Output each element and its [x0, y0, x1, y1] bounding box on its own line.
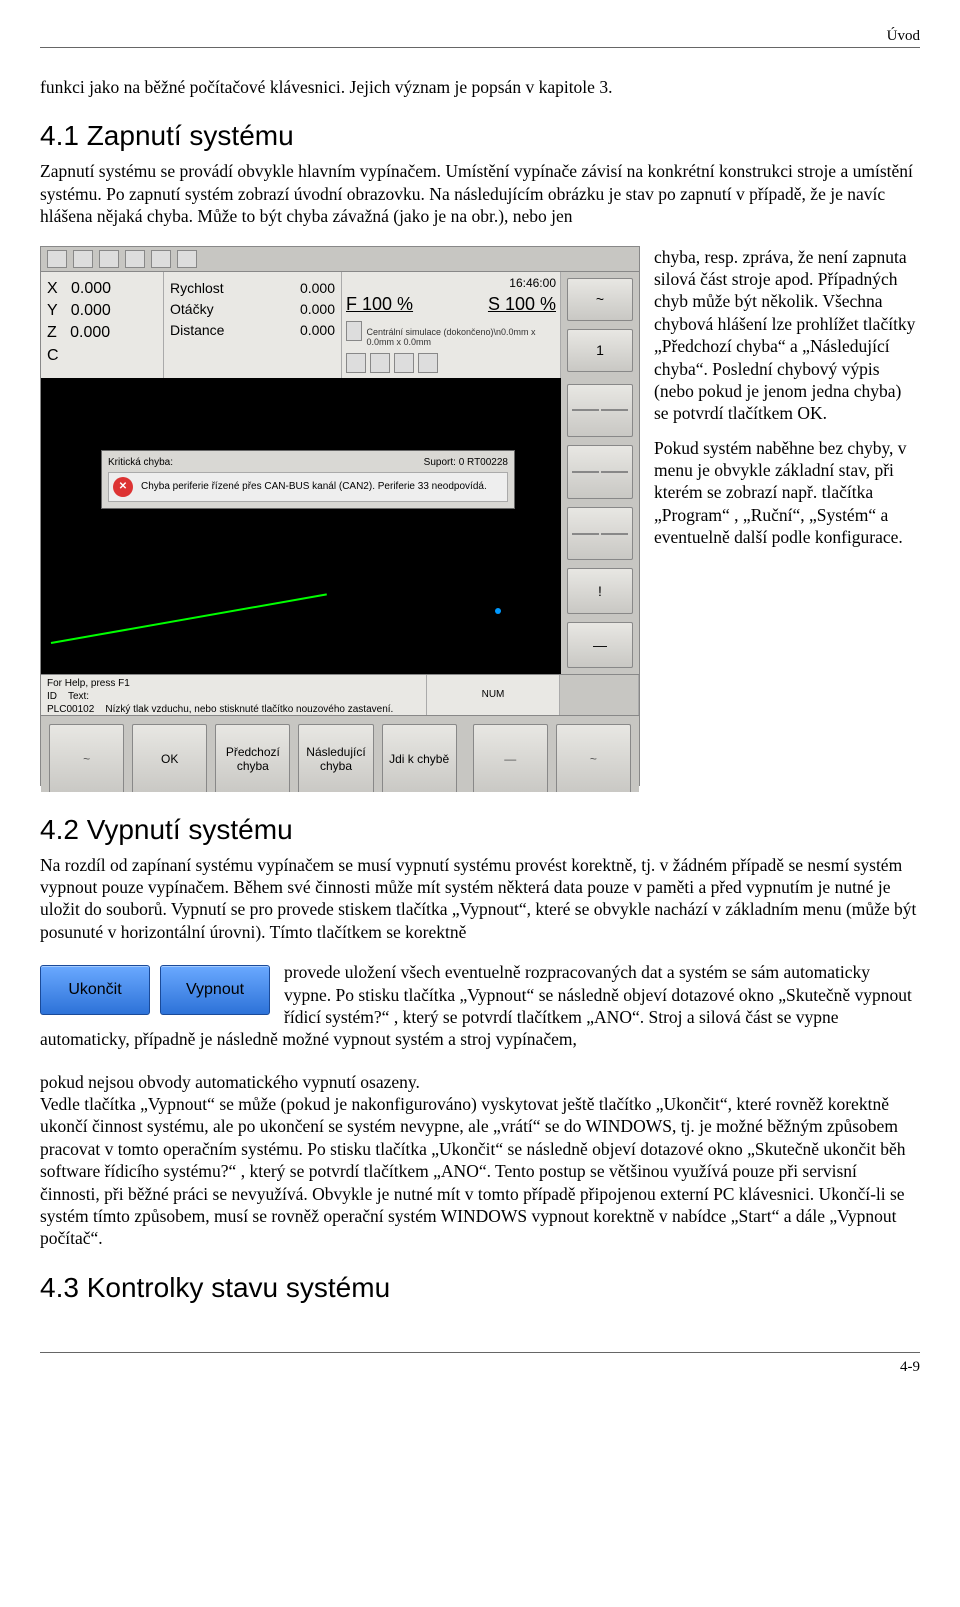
- toolbar-icon: [73, 250, 93, 268]
- prev-error-button[interactable]: Předchozí chyba: [215, 724, 290, 792]
- error-icon: ✕: [113, 477, 133, 497]
- heading-4-3: 4.3 Kontrolky stavu systému: [40, 1272, 920, 1304]
- coord-x: 0.000: [71, 280, 111, 297]
- sec42-wrap: Ukončit Vypnout provede uložení všech ev…: [40, 961, 920, 1051]
- page-number: 4-9: [900, 1359, 920, 1375]
- toolbar-icon: [151, 250, 171, 268]
- coord-label: C: [47, 347, 59, 364]
- vypnout-button[interactable]: Vypnout: [160, 965, 270, 1015]
- mid-distance: 0.000: [300, 320, 335, 341]
- status-id-label: ID: [47, 691, 57, 702]
- coord-label: Z: [47, 324, 70, 341]
- cnc-viewport: Kritická chyba: Suport: 0 RT00228 ✕ Chyb…: [41, 378, 561, 674]
- sec42-tail: pokud nejsou obvody automatického vypnut…: [40, 1071, 920, 1250]
- intro-paragraph: funkci jako na běžné počítačové klávesni…: [40, 76, 920, 98]
- ok-button[interactable]: OK: [132, 724, 207, 792]
- error-msg: Chyba periferie řízené přes CAN-BUS kaná…: [141, 481, 487, 492]
- toolbar-icon: [99, 250, 119, 268]
- status-row: For Help, press F1 ID Text: PLC00102 Níz…: [41, 674, 639, 715]
- bottom-btn[interactable]: ~: [49, 724, 124, 792]
- bottom-buttons: ~ OK Předchozí chyba Následující chyba J…: [41, 715, 639, 792]
- blue-buttons: Ukončit Vypnout: [40, 965, 270, 1015]
- side-buttons: ~ 1: [561, 272, 639, 378]
- page-header: Úvod: [40, 28, 920, 48]
- coord-z: 0.000: [70, 324, 110, 341]
- error-suport: Suport: 0 RT00228: [424, 457, 508, 468]
- toolbar-icon: [177, 250, 197, 268]
- status-help: For Help, press F1: [47, 678, 420, 689]
- fs-icon: [418, 353, 438, 373]
- side-btn[interactable]: ~: [567, 278, 633, 321]
- auto-icon: [346, 321, 362, 341]
- status-plc-text: Nízký tlak vzduchu, nebo stisknuté tlačí…: [105, 704, 393, 715]
- fs-icon: [370, 353, 390, 373]
- cnc-toolbar: [41, 247, 639, 272]
- sec42-lead: Na rozdíl od zapínaní systému vypínačem …: [40, 854, 920, 944]
- error-title: Kritická chyba:: [108, 457, 173, 468]
- heading-4-1: 4.1 Zapnutí systému: [40, 120, 920, 152]
- coord-label: X: [47, 280, 71, 297]
- feed-value: F 100 %: [346, 294, 413, 315]
- header-section: Úvod: [887, 28, 920, 44]
- cnc-screenshot: X 0.000 Y 0.000 Z 0.000 C Rychlost 0.000 …: [40, 246, 640, 786]
- ukoncit-button[interactable]: Ukončit: [40, 965, 150, 1015]
- mid-label: Distance: [170, 320, 224, 341]
- side-btn[interactable]: —: [567, 622, 633, 668]
- next-error-button[interactable]: Následující chyba: [298, 724, 373, 792]
- toolbar-icon: [125, 250, 145, 268]
- goto-error-button[interactable]: Jdi k chybě: [382, 724, 457, 792]
- mid-rychlost: 0.000: [300, 278, 335, 299]
- status-num: NUM: [427, 675, 560, 715]
- side-btn[interactable]: [567, 384, 633, 438]
- mid-panel: Rychlost 0.000 Otáčky 0.000 Distance 0.000: [164, 272, 342, 378]
- cnc-top-row: X 0.000 Y 0.000 Z 0.000 C Rychlost 0.000 …: [41, 272, 639, 378]
- side-btn[interactable]: [567, 445, 633, 499]
- side-btn[interactable]: 1: [567, 329, 633, 372]
- error-dialog: Kritická chyba: Suport: 0 RT00228 ✕ Chyb…: [101, 450, 515, 509]
- heading-4-2: 4.2 Vypnutí systému: [40, 814, 920, 846]
- fs-panel: 16:46:00 F 100 % S 100 % Centrální simul…: [342, 272, 561, 378]
- side-btn[interactable]: [567, 507, 633, 561]
- toolbar-icon: [47, 250, 67, 268]
- bottom-btn[interactable]: —: [473, 724, 548, 792]
- fs-icon: [394, 353, 414, 373]
- coords-panel: X 0.000 Y 0.000 Z 0.000 C: [41, 272, 164, 378]
- spindle-value: S 100 %: [488, 294, 556, 315]
- sim-text: Centrální simulace (dokončeno)\n0.0mm x …: [366, 327, 556, 347]
- mid-otacky: 0.000: [300, 299, 335, 320]
- coord-y: 0.000: [71, 302, 111, 319]
- bottom-btn[interactable]: ~: [556, 724, 631, 792]
- coord-label: Y: [47, 302, 71, 319]
- mid-label: Rychlost: [170, 278, 224, 299]
- status-text-label: Text:: [68, 691, 89, 702]
- status-plc: PLC00102: [47, 704, 94, 715]
- page-footer: 4-9: [40, 1352, 920, 1376]
- viewport-origin: [495, 608, 501, 614]
- clock: 16:46:00: [346, 276, 556, 290]
- side-buttons-tall: ! —: [561, 378, 639, 674]
- side-btn[interactable]: !: [567, 568, 633, 614]
- fs-icon: [346, 353, 366, 373]
- sec41-lead: Zapnutí systému se provádí obvykle hlavn…: [40, 160, 920, 227]
- cnc-body-row: Kritická chyba: Suport: 0 RT00228 ✕ Chyb…: [41, 378, 639, 674]
- mid-label: Otáčky: [170, 299, 214, 320]
- sec41-wrap: X 0.000 Y 0.000 Z 0.000 C Rychlost 0.000 …: [40, 246, 920, 792]
- viewport-path: [51, 593, 327, 644]
- status-right: [560, 675, 639, 715]
